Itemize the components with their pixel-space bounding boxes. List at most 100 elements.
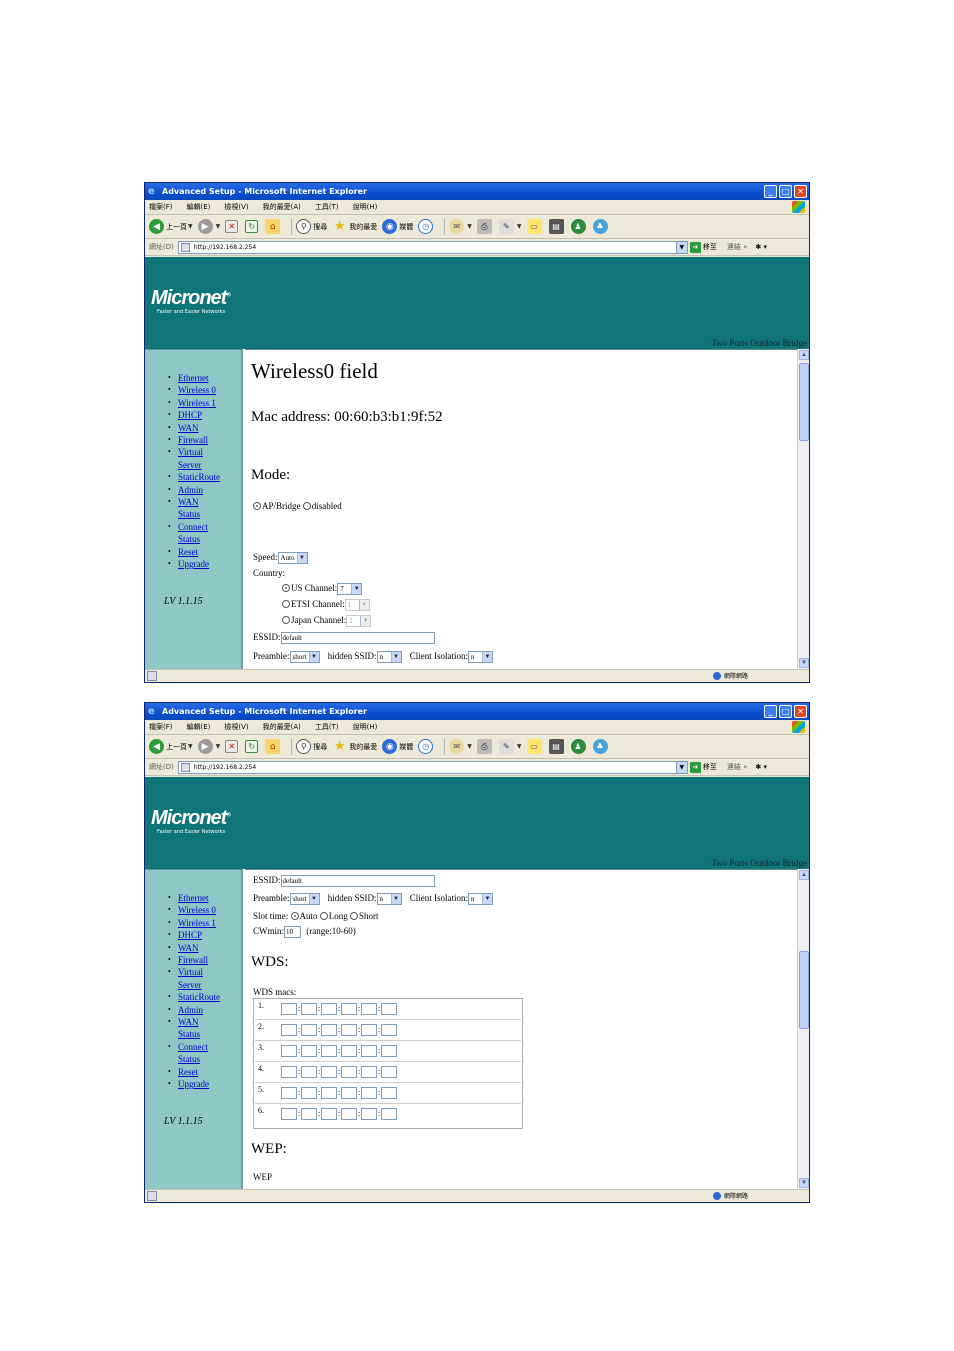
- messenger-button[interactable]: ♟: [570, 219, 588, 234]
- wds-mac-octet-input[interactable]: [341, 1024, 357, 1036]
- wds-mac-octet-input[interactable]: [381, 1003, 397, 1015]
- discuss-button[interactable]: ▭: [526, 219, 544, 234]
- vertical-scrollbar[interactable]: ▲ ▼: [797, 869, 809, 1189]
- nav-link-wireless0[interactable]: Wireless 0: [178, 385, 216, 395]
- minimize-button[interactable]: _: [764, 185, 777, 198]
- go-button[interactable]: ➜ 移至: [689, 241, 717, 253]
- us-channel-radio[interactable]: [282, 584, 290, 593]
- scroll-thumb[interactable]: [799, 951, 809, 1029]
- nav-link-dhcp[interactable]: DHCP: [178, 930, 202, 940]
- hidden-ssid-select[interactable]: n ▼: [376, 651, 402, 663]
- research-button[interactable]: ▤: [548, 219, 566, 234]
- wds-mac-octet-input[interactable]: [281, 1045, 297, 1057]
- nav-link-admin[interactable]: Admin: [178, 485, 203, 495]
- menu-favorites[interactable]: 我的最愛(A): [263, 202, 301, 212]
- wds-mac-octet-input[interactable]: [341, 1045, 357, 1057]
- wds-mac-octet-input[interactable]: [281, 1108, 297, 1120]
- menu-edit[interactable]: 編輯(E): [187, 202, 211, 212]
- wds-mac-octet-input[interactable]: [281, 1024, 297, 1036]
- favorites-button[interactable]: ★ 我的最愛: [332, 739, 377, 754]
- wds-mac-octet-input[interactable]: [341, 1066, 357, 1078]
- wds-mac-octet-input[interactable]: [381, 1087, 397, 1099]
- address-dropdown-button[interactable]: ▼: [675, 761, 687, 773]
- nav-link-firewall[interactable]: Firewall: [178, 435, 208, 445]
- client-isolation-select[interactable]: n ▼: [468, 893, 494, 905]
- preamble-select[interactable]: short ▼: [289, 651, 320, 663]
- wds-mac-octet-input[interactable]: [301, 1045, 317, 1057]
- mode-disabled-radio[interactable]: [302, 502, 311, 510]
- nav-link-connect-status[interactable]: Connect Status: [178, 1042, 208, 1064]
- wds-mac-octet-input[interactable]: [381, 1108, 397, 1120]
- history-button[interactable]: ◷: [418, 739, 435, 754]
- favorites-button[interactable]: ★ 我的最愛: [332, 219, 377, 234]
- nav-link-reset[interactable]: Reset: [178, 1067, 198, 1077]
- menu-help[interactable]: 說明(H): [353, 722, 378, 732]
- print-button[interactable]: ⎙: [476, 739, 494, 754]
- maximize-button[interactable]: □: [779, 705, 792, 718]
- scroll-down-icon[interactable]: ▼: [799, 1178, 809, 1188]
- links-button[interactable]: 連結 »: [727, 762, 748, 772]
- menu-view[interactable]: 檢視(V): [224, 722, 248, 732]
- close-button[interactable]: ✕: [794, 705, 807, 718]
- stop-button[interactable]: ✕: [225, 220, 240, 233]
- nav-link-virtual-server[interactable]: Virtual Server: [178, 447, 203, 469]
- nav-link-upgrade[interactable]: Upgrade: [178, 559, 209, 569]
- refresh-button[interactable]: ↻: [245, 740, 260, 753]
- go-button[interactable]: ➜ 移至: [689, 761, 717, 773]
- slot-auto-radio[interactable]: [290, 912, 299, 920]
- edit-button[interactable]: ✎ ▼: [498, 739, 522, 754]
- nav-link-wireless0[interactable]: Wireless 0: [178, 905, 216, 915]
- nav-link-virtual-server[interactable]: Virtual Server: [178, 967, 203, 989]
- hidden-ssid-select[interactable]: n ▼: [376, 893, 402, 905]
- menu-help[interactable]: 說明(H): [353, 202, 378, 212]
- menu-tools[interactable]: 工具(T): [315, 202, 339, 212]
- address-dropdown-button[interactable]: ▼: [675, 241, 687, 253]
- forward-button[interactable]: ▶ ▼: [197, 219, 220, 234]
- research-button[interactable]: ▤: [548, 739, 566, 754]
- menu-file[interactable]: 檔案(F): [149, 202, 173, 212]
- nav-link-wan[interactable]: WAN: [178, 943, 199, 953]
- msn-button[interactable]: ♣: [592, 219, 610, 234]
- menu-edit[interactable]: 編輯(E): [187, 722, 211, 732]
- speed-select[interactable]: Auto ▼: [277, 552, 308, 564]
- links-button[interactable]: 連結 »: [727, 242, 748, 252]
- history-button[interactable]: ◷: [418, 219, 435, 234]
- wds-mac-octet-input[interactable]: [321, 1108, 337, 1120]
- japan-channel-radio[interactable]: [282, 616, 290, 625]
- nav-link-wan[interactable]: WAN: [178, 423, 199, 433]
- wds-mac-octet-input[interactable]: [281, 1087, 297, 1099]
- vertical-scrollbar[interactable]: ▲ ▼: [797, 349, 809, 669]
- nav-link-staticroute[interactable]: StaticRoute: [178, 472, 220, 482]
- menu-tools[interactable]: 工具(T): [315, 722, 339, 732]
- wds-mac-octet-input[interactable]: [301, 1108, 317, 1120]
- client-isolation-select[interactable]: n ▼: [468, 651, 494, 663]
- preamble-select[interactable]: short ▼: [289, 893, 320, 905]
- nav-link-ethernet[interactable]: Ethernet: [178, 893, 209, 903]
- nav-link-wireless1[interactable]: Wireless 1: [178, 398, 216, 408]
- wds-mac-octet-input[interactable]: [321, 1045, 337, 1057]
- wds-mac-octet-input[interactable]: [301, 1087, 317, 1099]
- scroll-up-icon[interactable]: ▲: [799, 350, 809, 360]
- address-input[interactable]: http://192.168.2.254 ▼: [177, 240, 688, 254]
- wds-mac-octet-input[interactable]: [301, 1003, 317, 1015]
- wds-mac-octet-input[interactable]: [361, 1045, 377, 1057]
- nav-link-wireless1[interactable]: Wireless 1: [178, 918, 216, 928]
- menu-view[interactable]: 檢視(V): [224, 202, 248, 212]
- media-button[interactable]: ◉ 媒體: [382, 739, 413, 754]
- mail-button[interactable]: ✉ ▼: [449, 739, 472, 754]
- wds-mac-octet-input[interactable]: [321, 1066, 337, 1078]
- wds-mac-octet-input[interactable]: [321, 1003, 337, 1015]
- print-button[interactable]: ⎙: [476, 219, 494, 234]
- wds-mac-octet-input[interactable]: [361, 1087, 377, 1099]
- edit-button[interactable]: ✎ ▼: [498, 219, 522, 234]
- wds-mac-octet-input[interactable]: [341, 1003, 357, 1015]
- wds-mac-octet-input[interactable]: [381, 1045, 397, 1057]
- nav-link-ethernet[interactable]: Ethernet: [178, 373, 209, 383]
- toolbar-extra-button[interactable]: ✱ ▾: [755, 243, 767, 251]
- home-button[interactable]: ⌂: [265, 739, 282, 754]
- essid-input[interactable]: default: [280, 632, 435, 644]
- wds-mac-octet-input[interactable]: [281, 1003, 297, 1015]
- etsi-channel-select[interactable]: 1 ▼: [344, 599, 370, 611]
- messenger-button[interactable]: ♟: [570, 739, 588, 754]
- cwmin-input[interactable]: 10: [284, 926, 301, 938]
